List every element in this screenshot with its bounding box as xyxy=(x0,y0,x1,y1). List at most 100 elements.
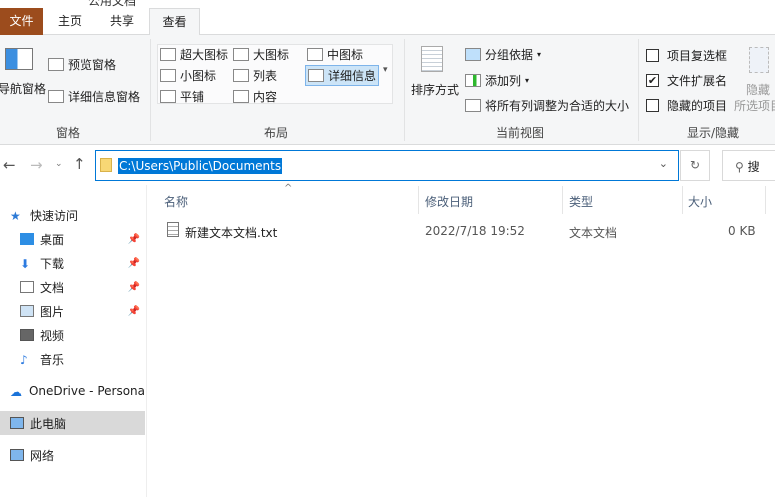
hide-label: 隐藏 xyxy=(746,83,771,97)
pin-icon[interactable]: 📌 xyxy=(128,258,140,269)
medium-icons-icon xyxy=(307,48,323,61)
address-dropdown-button[interactable]: ⌄ xyxy=(659,157,668,170)
nav-desktop[interactable]: 桌面 📌 xyxy=(0,227,145,251)
file-extensions-label: 文件扩展名 xyxy=(667,74,728,88)
checkbox-checked[interactable]: ✔ xyxy=(646,74,659,87)
layout-tiles[interactable]: 平铺 xyxy=(160,88,204,105)
recent-locations-button[interactable]: ⌄ xyxy=(55,159,63,169)
layout-medium-icons[interactable]: 中图标 xyxy=(307,46,363,63)
hide-selected-icon xyxy=(749,47,769,73)
computer-icon xyxy=(10,417,24,429)
layout-large-icons[interactable]: 大图标 xyxy=(233,46,289,63)
address-input[interactable]: C:\Users\Public\Documents xyxy=(118,158,283,174)
videos-icon xyxy=(20,329,34,341)
nav-videos[interactable]: 视频 xyxy=(0,323,145,347)
group-by-button[interactable]: 分组依据 ▾ xyxy=(465,46,541,63)
refresh-button[interactable]: ↻ xyxy=(680,150,710,181)
file-size: 0 KB xyxy=(728,224,756,238)
nav-pane-button[interactable]: 导航窗格 xyxy=(0,80,46,97)
search-box[interactable]: ⚲ 搜 xyxy=(722,150,775,181)
address-bar[interactable]: C:\Users\Public\Documents ⌄ xyxy=(95,150,679,181)
tab-share[interactable]: 共享 xyxy=(101,8,143,35)
layout-label: 大图标 xyxy=(253,48,290,62)
details-pane-button[interactable]: 详细信息窗格 xyxy=(48,88,140,105)
file-row[interactable]: 新建文本文档.txt 2022/7/18 19:52 文本文档 0 KB xyxy=(150,219,775,243)
layout-xl-icons[interactable]: 超大图标 xyxy=(160,46,228,63)
fit-columns-icon xyxy=(465,99,481,112)
layout-label: 列表 xyxy=(253,69,278,83)
layout-details[interactable]: 详细信息 xyxy=(305,65,380,86)
column-header-date[interactable]: 修改日期 xyxy=(425,193,473,213)
sort-icon xyxy=(421,46,443,72)
nav-label: 图片 xyxy=(40,304,65,319)
column-header-type[interactable]: 类型 xyxy=(569,193,593,213)
pin-icon[interactable]: 📌 xyxy=(128,282,140,293)
checkbox[interactable] xyxy=(646,99,659,112)
file-type: 文本文档 xyxy=(569,226,618,240)
cloud-icon: ☁ xyxy=(10,385,22,399)
ribbon-tabs: 文件 主页 共享 查看 xyxy=(0,8,775,36)
column-header-name[interactable]: 名称 xyxy=(164,193,188,213)
preview-pane-button[interactable]: 预览窗格 xyxy=(48,56,116,73)
add-column-icon xyxy=(465,74,481,87)
up-button[interactable]: ↑ xyxy=(73,155,86,173)
sort-button[interactable]: 排序方式 xyxy=(411,81,459,98)
hide-selected-label2: 所选项目 xyxy=(734,99,775,113)
checkbox[interactable] xyxy=(646,49,659,62)
group-by-icon xyxy=(465,48,481,61)
small-icons-icon xyxy=(160,69,176,82)
file-extensions-toggle[interactable]: ✔ 文件扩展名 xyxy=(646,72,727,89)
hidden-items-toggle[interactable]: 隐藏的项目 xyxy=(646,97,727,114)
column-header-size[interactable]: 大小 xyxy=(688,193,712,213)
column-divider[interactable] xyxy=(682,186,683,214)
document-icon xyxy=(20,281,34,293)
pin-icon[interactable]: 📌 xyxy=(128,306,140,317)
nav-label: 音乐 xyxy=(40,352,65,367)
window-title: 公用文档 xyxy=(88,0,137,8)
layout-small-icons[interactable]: 小图标 xyxy=(160,67,216,84)
layout-label: 内容 xyxy=(253,90,278,104)
tab-file[interactable]: 文件 xyxy=(0,8,43,35)
back-button[interactable]: ← xyxy=(3,156,16,174)
nav-pictures[interactable]: 图片 📌 xyxy=(0,299,145,323)
details-pane-label: 详细信息窗格 xyxy=(68,90,141,104)
group-label-show-hide: 显示/隐藏 xyxy=(687,126,740,140)
navigation-pane: ★ 快速访问 桌面 📌 ⬇ 下载 📌 文档 📌 图片 📌 视频 ♪ 音乐 ☁ OneDrive … xyxy=(0,195,145,497)
pin-icon[interactable]: 📌 xyxy=(128,234,140,245)
xl-icons-icon xyxy=(160,48,176,61)
nav-downloads[interactable]: ⬇ 下载 📌 xyxy=(0,251,145,275)
tab-view[interactable]: 查看 xyxy=(149,8,200,36)
nav-music[interactable]: ♪ 音乐 xyxy=(0,347,145,371)
nav-label: 文档 xyxy=(40,280,65,295)
nav-network[interactable]: 网络 xyxy=(0,443,145,467)
nav-this-pc[interactable]: 此电脑 xyxy=(0,411,145,435)
column-divider[interactable] xyxy=(765,186,766,214)
details-icon xyxy=(308,69,324,82)
layout-label: 中图标 xyxy=(327,48,364,62)
fit-columns-label: 将所有列调整为合适的大小 xyxy=(485,99,630,113)
preview-pane-icon xyxy=(48,58,64,71)
layout-list[interactable]: 列表 xyxy=(233,67,277,84)
column-divider[interactable] xyxy=(418,186,419,214)
nav-onedrive[interactable]: ☁ OneDrive - Persona xyxy=(0,379,145,403)
pane-divider[interactable] xyxy=(146,185,147,497)
nav-pane-label: 导航窗格 xyxy=(0,82,47,96)
music-icon: ♪ xyxy=(20,353,28,367)
hidden-items-label: 隐藏的项目 xyxy=(667,99,728,113)
fit-columns-button[interactable]: 将所有列调整为合适的大小 xyxy=(465,97,629,114)
nav-quick-access[interactable]: ★ 快速访问 xyxy=(0,203,145,227)
nav-label: 网络 xyxy=(30,448,55,463)
gallery-scroll-button[interactable]: ▾ xyxy=(383,65,388,75)
item-checkboxes-toggle[interactable]: 项目复选框 xyxy=(646,47,727,64)
layout-content[interactable]: 内容 xyxy=(233,88,277,105)
tab-home[interactable]: 主页 xyxy=(50,8,90,35)
layout-label: 超大图标 xyxy=(180,48,229,62)
details-pane-icon xyxy=(48,90,64,103)
forward-button[interactable]: → xyxy=(30,156,43,174)
hide-selected-button[interactable]: 隐藏 xyxy=(746,81,770,98)
add-column-button[interactable]: 添加列 ▾ xyxy=(465,72,529,89)
nav-label: 下载 xyxy=(40,256,65,271)
column-divider[interactable] xyxy=(562,186,563,214)
star-icon: ★ xyxy=(10,209,21,223)
nav-documents[interactable]: 文档 📌 xyxy=(0,275,145,299)
